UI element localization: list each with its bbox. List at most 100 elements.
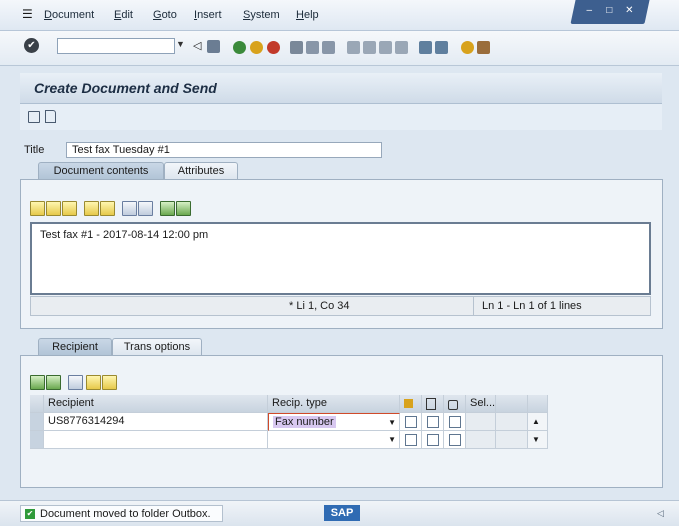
scrollbar-down[interactable]: ▼ (528, 431, 548, 449)
column-header-blank (496, 395, 528, 413)
find-next-icon[interactable] (322, 41, 335, 54)
menu-insert[interactable]: Insert (194, 9, 222, 21)
lock-icon (448, 400, 458, 410)
recip-type-value: Fax number (273, 416, 336, 428)
tab-attributes[interactable]: Attributes (164, 162, 238, 180)
menu-goto[interactable]: Goto (153, 9, 177, 21)
select-all-corner[interactable] (30, 395, 44, 413)
standard-toolbar: ✔ ▼ ◁ (0, 31, 679, 66)
maximize-icon[interactable]: □ (603, 5, 615, 16)
lock-checkbox[interactable] (449, 416, 461, 428)
lock-checkbox-cell (444, 413, 466, 431)
delete-row-icon[interactable] (46, 375, 61, 390)
lock-checkbox-cell (444, 431, 466, 449)
save-icon[interactable] (207, 40, 220, 53)
row-selector[interactable] (30, 431, 44, 449)
enter-check-icon[interactable]: ✔ (24, 38, 39, 53)
back-arrow-icon[interactable]: ◁ (193, 39, 201, 52)
menu-system[interactable]: System (243, 9, 280, 21)
recipient-cell[interactable]: US8776314294 (44, 413, 268, 431)
next-page-icon[interactable] (379, 41, 392, 54)
recipient-cell[interactable] (44, 431, 268, 449)
column-header-sel[interactable]: Sel... (466, 395, 496, 413)
chevron-down-icon[interactable]: ▼ (176, 39, 185, 49)
chevron-down-icon[interactable]: ▼ (388, 414, 396, 430)
page-title: Create Document and Send (34, 80, 217, 96)
column-header-recip-type[interactable]: Recip. type (268, 395, 400, 413)
tab-document-contents[interactable]: Document contents (38, 162, 164, 180)
filter-icon[interactable] (28, 111, 40, 123)
chevron-down-icon[interactable]: ▼ (388, 431, 396, 448)
editor-find-next-icon[interactable] (138, 201, 153, 216)
insert-row-icon[interactable] (30, 375, 45, 390)
cancel-icon[interactable] (267, 41, 280, 54)
scroll-down-icon: ▼ (532, 435, 540, 444)
close-icon[interactable]: ✕ (623, 5, 635, 16)
copy-checkbox[interactable] (427, 434, 439, 446)
recipient-value: US8776314294 (48, 415, 125, 427)
minimize-icon[interactable]: – (583, 5, 595, 16)
tab-recipient[interactable]: Recipient (38, 338, 112, 356)
undo-icon[interactable] (84, 201, 99, 216)
status-message-box[interactable]: ✔ Document moved to folder Outbox. (20, 505, 223, 522)
copy-checkbox[interactable] (427, 416, 439, 428)
column-header-copy[interactable] (422, 395, 444, 413)
menu-icon[interactable]: ☰ (22, 7, 33, 21)
blank-cell (496, 413, 528, 431)
row-selector[interactable] (30, 413, 44, 431)
tab-trans-options-label: Trans options (123, 341, 191, 353)
title-band: Create Document and Send (20, 73, 662, 104)
import-icon[interactable] (160, 201, 175, 216)
last-page-icon[interactable] (395, 41, 408, 54)
redo-icon[interactable] (100, 201, 115, 216)
window-controls: – □ ✕ (570, 0, 650, 24)
copy-icon[interactable] (46, 201, 61, 216)
tab-trans-options[interactable]: Trans options (112, 338, 202, 356)
scroll-up-icon: ▲ (532, 417, 540, 426)
new-session-icon[interactable] (419, 41, 432, 54)
column-header-lock[interactable] (444, 395, 466, 413)
title-input[interactable]: Test fax Tuesday #1 (66, 142, 382, 158)
distribution-list-icon[interactable] (102, 375, 117, 390)
express-checkbox[interactable] (405, 434, 417, 446)
command-field[interactable] (57, 38, 175, 54)
editor-status-bar: * Li 1, Co 34 Ln 1 - Ln 1 of 1 lines (30, 296, 651, 316)
status-arrow-icon[interactable]: ◁ (657, 508, 664, 519)
menu-help[interactable]: Help (296, 9, 319, 21)
editor-find-icon[interactable] (122, 201, 137, 216)
column-header-recipient[interactable]: Recipient (44, 395, 268, 413)
find-icon[interactable] (306, 41, 319, 54)
column-settings-icon[interactable] (528, 395, 548, 413)
address-book-icon[interactable] (86, 375, 101, 390)
attachment-icon[interactable] (45, 110, 56, 123)
sel-cell (466, 431, 496, 449)
menu-edit[interactable]: Edit (114, 9, 133, 21)
menu-document[interactable]: Document (44, 9, 94, 21)
express-icon (404, 399, 413, 408)
sap-logo: SAP (324, 505, 360, 521)
details-icon[interactable] (68, 375, 83, 390)
column-header-sel-label: Sel... (470, 397, 496, 409)
previous-page-icon[interactable] (363, 41, 376, 54)
express-checkbox-cell (400, 413, 422, 431)
column-header-express[interactable] (400, 395, 422, 413)
recip-type-cell[interactable]: ▼ (268, 431, 400, 449)
document-editor[interactable]: Test fax #1 - 2017-08-14 12:00 pm (30, 222, 651, 295)
cut-icon[interactable] (30, 201, 45, 216)
line-info: Ln 1 - Ln 1 of 1 lines (482, 300, 582, 312)
layout-menu-icon[interactable] (477, 41, 490, 54)
lock-checkbox[interactable] (449, 434, 461, 446)
shortcut-icon[interactable] (435, 41, 448, 54)
back-icon[interactable] (233, 41, 246, 54)
export-icon[interactable] (176, 201, 191, 216)
tab-recipient-label: Recipient (52, 341, 98, 353)
express-checkbox[interactable] (405, 416, 417, 428)
title-input-value: Test fax Tuesday #1 (72, 144, 170, 156)
recip-type-cell[interactable]: Fax number ▼ (268, 413, 400, 431)
print-icon[interactable] (290, 41, 303, 54)
scrollbar-up[interactable]: ▲ (528, 413, 548, 431)
help-icon[interactable] (461, 41, 474, 54)
first-page-icon[interactable] (347, 41, 360, 54)
exit-icon[interactable] (250, 41, 263, 54)
paste-icon[interactable] (62, 201, 77, 216)
